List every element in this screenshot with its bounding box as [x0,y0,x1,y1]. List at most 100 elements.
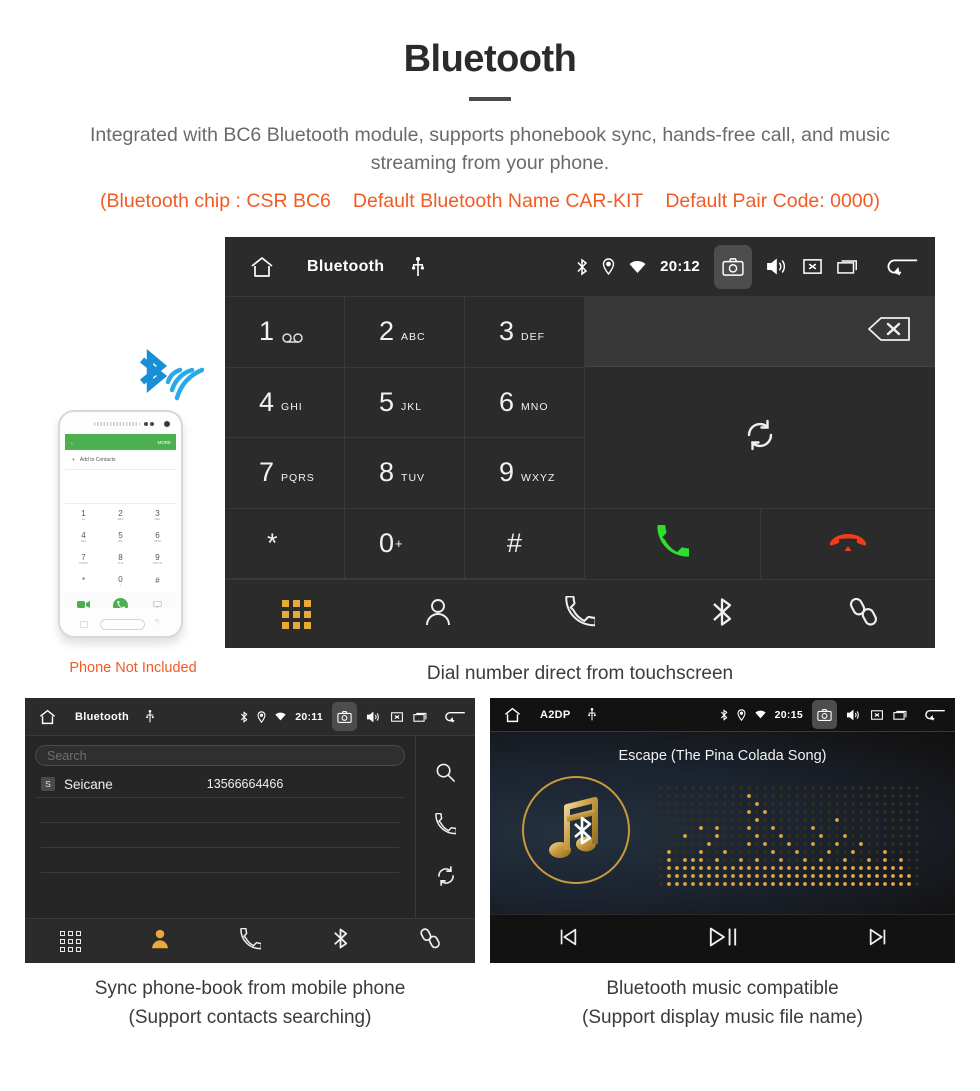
back-icon[interactable] [887,256,919,278]
phone-icon[interactable] [435,812,458,840]
key-sublabel: DEF [521,330,546,343]
dialer-caption: Dial number direct from touchscreen [426,663,734,684]
hangup-button[interactable] [760,509,935,579]
key-6[interactable]: 6 MNO [465,367,585,438]
phone-earpiece [94,422,140,426]
phone-key: 9 WXYZ [153,552,162,565]
contact-row-empty [41,848,399,873]
search-icon[interactable] [435,762,456,788]
play-pause-icon [708,924,738,955]
wifi-icon [275,712,286,721]
key-hash[interactable]: # [465,508,585,579]
key-sublabel: GHI [281,401,303,414]
nav-contacts[interactable] [367,597,509,632]
nav-contacts[interactable] [115,928,205,955]
bluetooth-icon [240,710,248,723]
recent-apps-icon[interactable] [893,709,908,721]
key-7[interactable]: 7 PQRS [225,438,345,509]
key-4[interactable]: 4 GHI [225,367,345,438]
usb-icon [412,256,425,277]
contact-icon [150,928,170,955]
recent-apps-icon[interactable] [837,257,859,276]
phone-menu-key [80,621,88,628]
contact-name: Seicane [64,776,113,792]
nav-keypad[interactable] [25,930,115,952]
volume-icon[interactable] [766,257,788,276]
keypad-icon [281,599,311,629]
bluetooth-icon [576,258,588,276]
mute-icon[interactable] [802,257,823,276]
phone-key: 8 TUV [117,552,124,565]
key-3[interactable]: 3 DEF [465,297,585,368]
dialer-keypad: 1 2 ABC 3 DEF 4 GHI 5 JKL 6 MNO 7 PQRS 8 TUV 9W… [225,297,585,579]
page-title: Bluetooth [403,38,577,80]
sync-icon[interactable] [435,865,457,892]
phone-key: 5 JKL [117,530,124,543]
phone-key: 2 ABC [117,508,124,521]
key-label: 7 [259,457,275,488]
nav-call-log[interactable] [205,927,295,955]
camera-icon[interactable] [812,700,837,729]
play-pause-button[interactable] [645,924,800,955]
sync-button[interactable] [585,367,935,509]
phone-screen: ← MORE + Add to Contacts 1 oo 2 ABC 3 DEF 4… [65,434,176,608]
home-icon[interactable] [502,706,522,724]
dialed-number-field[interactable] [585,297,935,367]
location-icon [257,710,266,723]
nav-keypad[interactable] [225,599,367,629]
volume-icon[interactable] [846,709,861,721]
location-icon [602,258,615,275]
key-label: * [267,527,278,558]
call-button[interactable] [585,509,761,579]
camera-icon[interactable] [332,702,357,731]
key-sublabel: TUV [401,471,426,484]
title-divider [469,97,511,101]
back-icon[interactable] [925,708,946,722]
key-2[interactable]: 2 ABC [345,297,465,368]
search-input[interactable]: Search [35,745,405,766]
music-screen: A2DP 20:15 Escape (The Pina Colada Song) [490,698,955,963]
contact-avatar: S [41,777,55,791]
phone-key: 1 oo [81,508,86,521]
mute-icon[interactable] [870,709,884,721]
key-9[interactable]: 9 WXYZ [465,438,585,509]
volume-icon[interactable] [366,711,381,723]
nav-bluetooth[interactable] [651,596,793,633]
camera-icon[interactable] [714,244,752,289]
phonebook-caption-line1: Sync phone-book from mobile phone [94,978,406,999]
equalizer-visualization [657,784,919,890]
phone-disclaimer: Phone Not Included [69,660,197,676]
phone-front-camera [164,421,170,427]
link-icon [419,927,441,955]
home-icon[interactable] [37,708,57,726]
nav-link[interactable] [793,596,935,633]
phonebook-side-actions [415,736,475,918]
key-8[interactable]: 8 TUV [345,438,465,509]
phone-sensor-1 [144,422,148,426]
previous-button[interactable] [490,926,645,953]
recent-apps-icon[interactable] [413,711,428,723]
contact-icon [424,597,452,632]
back-icon[interactable] [445,710,466,724]
key-star[interactable]: * [225,508,345,579]
phone-key: 4 GHI [80,530,87,543]
mute-icon[interactable] [390,711,404,723]
contact-row[interactable]: S Seicane 13566664466 [35,771,405,798]
key-1[interactable]: 1 [225,297,345,368]
key-sublabel: WXYZ [521,471,556,484]
home-icon[interactable] [247,253,277,281]
key-0[interactable]: 0 + [345,508,465,579]
key-label: 8 [379,457,395,488]
plus-icon: + [72,456,75,463]
dialer-title: Bluetooth [307,257,385,275]
key-5[interactable]: 5 JKL [345,367,465,438]
backspace-icon[interactable] [867,316,911,347]
key-label: 3 [499,316,515,347]
location-icon [737,708,746,721]
nav-bluetooth[interactable] [295,927,385,955]
phone-action-row [65,592,176,608]
nav-call-log[interactable] [509,595,651,632]
contact-row-empty [41,823,399,848]
nav-link[interactable] [385,927,475,955]
next-button[interactable] [800,926,955,953]
